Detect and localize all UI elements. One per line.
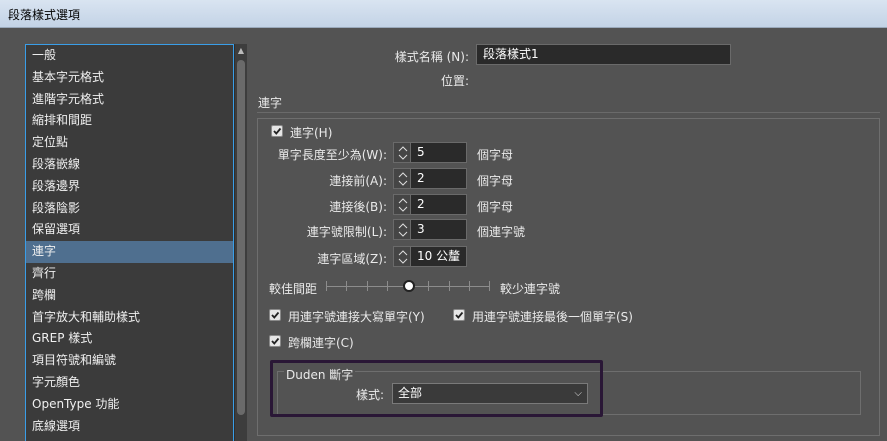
last-word-checkbox[interactable] [453, 309, 465, 321]
after-first-unit: 個字母 [477, 174, 514, 188]
hyphen-zone-input[interactable]: 10 公釐 [410, 246, 467, 267]
sidebar-item-paragraph-rules[interactable]: 段落嵌線 [26, 154, 233, 176]
slider-left-label: 較佳間距 [269, 282, 318, 296]
checkmark-icon [273, 127, 282, 135]
stepper-arrows-icon [398, 198, 408, 212]
before-last-input[interactable]: 2 [410, 194, 467, 215]
hyphen-limit-input[interactable]: 3 [410, 219, 467, 240]
across-column-label[interactable]: 跨欄連字(C) [288, 334, 354, 351]
hyphen-limit-label: 連字號限制(L): [306, 225, 387, 239]
capitalized-label[interactable]: 用連字號連接大寫單字(Y) [288, 308, 425, 325]
last-word-label[interactable]: 用連字號連接最後一個單字(S) [472, 308, 633, 325]
hyphen-limit-unit: 個連字號 [477, 225, 526, 239]
sidebar-item-paragraph-shading[interactable]: 段落陰影 [26, 198, 233, 220]
category-list[interactable]: 一般 基本字元格式 進階字元格式 縮排和間距 定位點 段落嵌線 段落邊界 段落陰… [25, 44, 234, 441]
sidebar-item-paragraph-border[interactable]: 段落邊界 [26, 176, 233, 198]
min-word-length-input[interactable]: 5 [410, 142, 467, 163]
slider-tick [367, 281, 368, 291]
hyphen-zone-label: 連字區域(Z): [317, 252, 387, 266]
scrollbar-thumb[interactable] [237, 60, 245, 415]
slider-tick [387, 281, 388, 291]
sidebar-item-span-columns[interactable]: 跨欄 [26, 285, 233, 307]
window-title: 段落樣式選項 [8, 8, 81, 22]
sidebar-item-grep-style[interactable]: GREP 樣式 [26, 328, 233, 350]
slider-tick [489, 281, 490, 291]
slider-tick [428, 281, 429, 291]
after-first-label: 連接前(A): [329, 174, 387, 188]
sidebar-item-indents-spacing[interactable]: 縮排和間距 [26, 110, 233, 132]
hyphen-limit-stepper[interactable] [393, 219, 411, 240]
sidebar-item-advanced-char-formats[interactable]: 進階字元格式 [26, 89, 233, 111]
spacing-slider-knob[interactable] [403, 280, 415, 292]
stepper-arrows-icon [398, 172, 408, 186]
divider [257, 112, 880, 113]
section-title: 連字 [258, 96, 283, 110]
sidebar-item-basic-char-formats[interactable]: 基本字元格式 [26, 67, 233, 89]
sidebar-scrollbar[interactable]: ▲ [234, 44, 247, 441]
min-word-length-label: 單字長度至少為(W): [277, 148, 387, 162]
checkmark-icon [455, 311, 464, 319]
sidebar-item-justification[interactable]: 齊行 [26, 263, 233, 285]
before-last-stepper[interactable] [393, 194, 411, 215]
slider-tick [469, 281, 470, 291]
slider-right-label: 較少連字號 [500, 282, 561, 296]
sidebar-item-bullets-numbering[interactable]: 項目符號和編號 [26, 350, 233, 372]
scroll-up-icon[interactable]: ▲ [235, 44, 247, 58]
after-first-input[interactable]: 2 [410, 168, 467, 189]
before-last-unit: 個字母 [477, 200, 514, 214]
style-name-input[interactable]: 段落樣式1 [476, 44, 731, 65]
hyphen-zone-stepper[interactable] [393, 246, 411, 267]
sidebar-item-general[interactable]: 一般 [26, 45, 233, 67]
capitalized-checkbox[interactable] [269, 309, 281, 321]
sidebar-item-tabs[interactable]: 定位點 [26, 132, 233, 154]
checkmark-icon [271, 311, 280, 319]
before-last-label: 連接後(B): [329, 200, 387, 214]
sidebar-item-underline-options[interactable]: 底線選項 [26, 416, 233, 438]
min-word-length-stepper[interactable] [393, 142, 411, 163]
hyphenate-checkbox[interactable] [271, 125, 283, 137]
stepper-arrows-icon [398, 223, 408, 237]
across-column-checkbox[interactable] [269, 335, 281, 347]
sidebar-item-hyphenation[interactable]: 連字 [26, 241, 233, 263]
window-titlebar: 段落樣式選項 [0, 0, 887, 28]
stepper-arrows-icon [398, 250, 408, 264]
slider-tick [326, 281, 327, 291]
after-first-stepper[interactable] [393, 168, 411, 189]
slider-tick [346, 281, 347, 291]
sidebar-item-opentype[interactable]: OpenType 功能 [26, 394, 233, 416]
style-name-label: 樣式名稱 (N): [394, 50, 469, 64]
min-word-length-unit: 個字母 [477, 148, 514, 162]
highlight-box [270, 360, 603, 417]
sidebar-item-char-color[interactable]: 字元顏色 [26, 372, 233, 394]
stepper-arrows-icon [398, 146, 408, 160]
hyphenate-label[interactable]: 連字(H) [290, 124, 332, 141]
slider-tick [449, 281, 450, 291]
sidebar-item-drop-caps[interactable]: 首字放大和輔助樣式 [26, 307, 233, 329]
sidebar-item-keep-options[interactable]: 保留選項 [26, 219, 233, 241]
location-label: 位置: [440, 74, 469, 88]
checkmark-icon [271, 337, 280, 345]
